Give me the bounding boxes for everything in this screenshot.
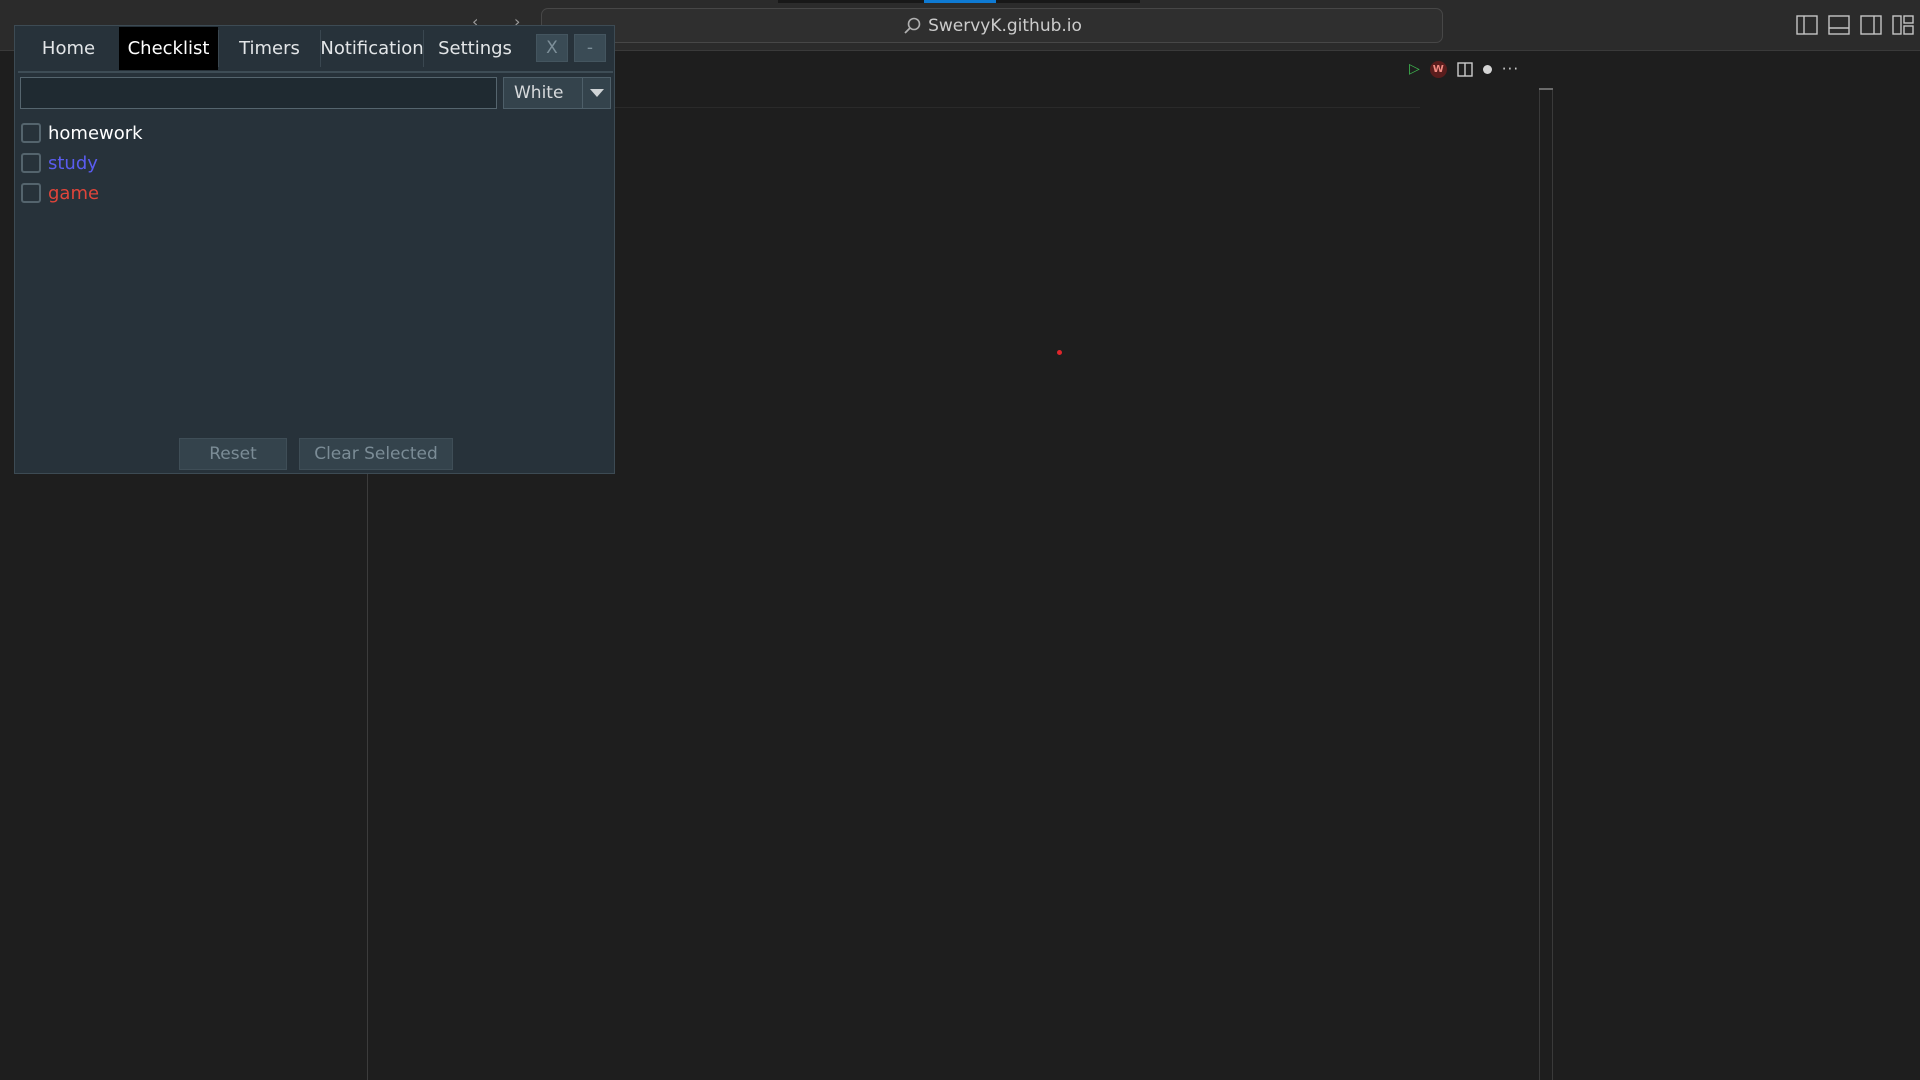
item-label[interactable]: homework (48, 123, 143, 144)
dropdown-toggle[interactable] (582, 78, 610, 108)
active-tab-indicator (924, 0, 996, 3)
list-item: homework (21, 118, 143, 148)
scrollbar-thumb[interactable] (1539, 88, 1553, 90)
item-label[interactable]: study (48, 153, 98, 174)
close-button[interactable]: X (536, 34, 568, 62)
item-checkbox[interactable] (21, 183, 41, 203)
tab-notification[interactable]: Notification (320, 27, 423, 70)
unsaved-dot-icon[interactable] (1482, 64, 1492, 74)
reset-button[interactable]: Reset (179, 438, 287, 470)
customize-layout-icon[interactable] (1892, 15, 1914, 35)
scrollbar-track[interactable] (1539, 88, 1553, 1080)
split-editor-icon[interactable] (1457, 61, 1473, 77)
list-item: study (21, 148, 143, 178)
color-select-value: White (514, 83, 564, 103)
checklist-items: homework study game (21, 118, 143, 208)
clear-selected-button[interactable]: Clear Selected (299, 438, 453, 470)
chevron-down-icon (589, 89, 604, 97)
command-center-text: SwervyK.github.io (928, 15, 1082, 36)
checklist-overlay: Home Checklist Timers Notification Setti… (14, 25, 615, 474)
tab-settings[interactable]: Settings (424, 27, 526, 70)
more-actions-icon[interactable]: ··· (1502, 60, 1519, 78)
toggle-primary-sidebar-icon[interactable] (1796, 15, 1818, 35)
layout-controls (1796, 15, 1914, 35)
item-label[interactable]: game (48, 183, 99, 204)
editor-tab-strip (778, 0, 1140, 3)
cursor-dot (1057, 350, 1062, 355)
tab-checklist[interactable]: Checklist (119, 27, 218, 70)
run-icon[interactable]: ▷ (1409, 61, 1420, 77)
tab-home[interactable]: Home (18, 27, 119, 70)
toggle-panel-icon[interactable] (1828, 15, 1850, 35)
new-item-input[interactable] (20, 77, 497, 109)
overlay-tab-bar: Home Checklist Timers Notification Setti… (18, 27, 613, 70)
item-checkbox[interactable] (21, 153, 41, 173)
toggle-secondary-sidebar-icon[interactable] (1860, 15, 1882, 35)
list-item: game (21, 178, 143, 208)
tab-bar-divider (18, 71, 613, 73)
tab-timers[interactable]: Timers (219, 27, 320, 70)
command-center-search[interactable]: SwervyK.github.io (541, 8, 1443, 43)
editor-actions: ▷ W ··· (1409, 60, 1519, 78)
search-icon (904, 17, 921, 34)
item-checkbox[interactable] (21, 123, 41, 143)
w-badge-icon[interactable]: W (1429, 60, 1447, 78)
color-select[interactable]: White (503, 77, 611, 109)
sidebar-divider[interactable] (367, 460, 368, 1080)
editor-ruler (612, 107, 1420, 108)
minimize-button[interactable]: - (574, 34, 606, 62)
